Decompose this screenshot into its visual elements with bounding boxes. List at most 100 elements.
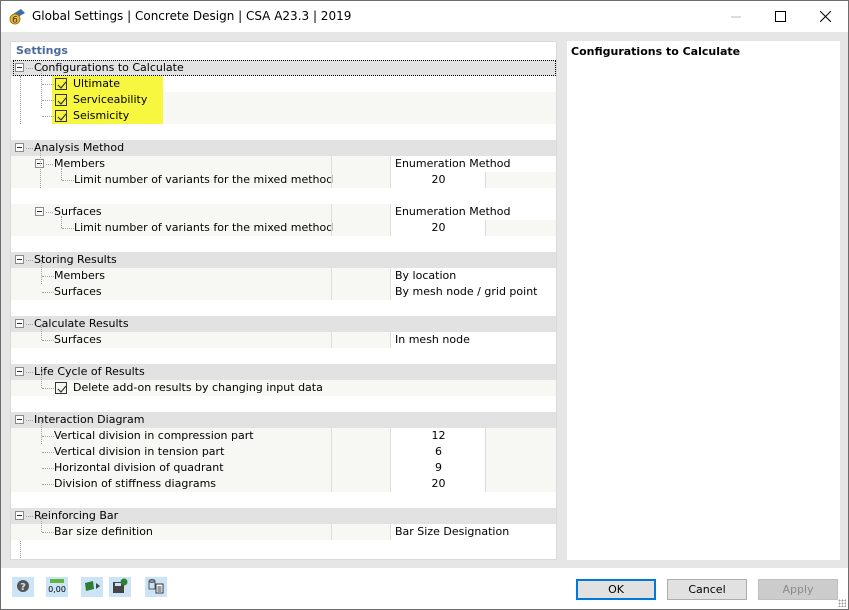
check-row-ultimate[interactable]: Ultimate xyxy=(11,68,556,108)
group-label: Configurations to Calculate xyxy=(34,61,184,74)
tree-line xyxy=(42,484,54,485)
delete-addon-results-checkbox[interactable] xyxy=(55,382,67,394)
horizontal-division-quadrant-value[interactable]: 9 xyxy=(391,460,486,476)
members-analysis-method-value[interactable]: Enumeration Method xyxy=(391,156,556,172)
unit-cell xyxy=(485,428,556,444)
copy-settings-button[interactable] xyxy=(145,577,167,597)
column-separator xyxy=(331,444,391,460)
app-icon: 6 xyxy=(9,8,26,26)
collapse-icon[interactable] xyxy=(15,63,24,72)
spacer xyxy=(11,396,556,412)
group-configurations-to-calculate[interactable]: Configurations to Calculate xyxy=(11,60,556,76)
division-stiffness-diagrams-row[interactable]: Division of stiffness diagrams 20 xyxy=(11,476,556,492)
tree-line xyxy=(42,116,54,117)
collapse-icon[interactable] xyxy=(15,511,24,520)
collapse-icon[interactable] xyxy=(15,255,24,264)
subgroup-surfaces[interactable]: Surfaces Enumeration Method xyxy=(11,204,556,220)
tree-line xyxy=(62,228,74,229)
spacer xyxy=(11,348,556,364)
serviceability-checkbox[interactable] xyxy=(55,94,67,106)
save-settings-icon xyxy=(112,578,128,597)
group-label: Reinforcing Bar xyxy=(34,509,119,522)
horizontal-division-quadrant-row[interactable]: Horizontal division of quadrant 9 xyxy=(11,460,556,476)
ok-button[interactable]: OK xyxy=(576,579,656,600)
delete-addon-results-row[interactable]: Delete add-on results by changing input … xyxy=(11,372,556,396)
tree-line xyxy=(61,216,62,228)
save-settings-button[interactable] xyxy=(109,577,131,597)
tree-line xyxy=(62,180,74,181)
description-panel: Configurations to Calculate xyxy=(567,41,840,560)
storing-surfaces-row[interactable]: Surfaces By mesh node / grid point xyxy=(11,284,556,300)
item-label: Horizontal division of quadrant xyxy=(54,461,224,474)
item-label: Surfaces xyxy=(54,333,102,346)
bar-size-definition-row[interactable]: Bar size definition Bar Size Designation xyxy=(11,516,556,540)
calculate-surfaces-row[interactable]: Surfaces In mesh node xyxy=(11,324,556,348)
group-interaction-diagram[interactable]: Interaction Diagram xyxy=(11,412,556,428)
collapse-icon[interactable] xyxy=(15,415,24,424)
collapse-icon[interactable] xyxy=(35,207,44,216)
window-title: Global Settings | Concrete Design | CSA … xyxy=(32,9,352,23)
division-stiffness-diagrams-value[interactable]: 20 xyxy=(391,476,486,492)
item-label: Limit number of variants for the mixed m… xyxy=(74,173,334,186)
unit-cell xyxy=(485,476,556,492)
bar-size-definition-value[interactable]: Bar Size Designation xyxy=(391,524,556,540)
tree-line xyxy=(26,420,33,421)
group-label: Life Cycle of Results xyxy=(34,365,145,378)
collapse-icon[interactable] xyxy=(15,143,24,152)
item-label: Bar size definition xyxy=(54,525,153,538)
members-limit-variants-row[interactable]: Limit number of variants for the mixed m… xyxy=(11,148,556,220)
description-title: Configurations to Calculate xyxy=(571,45,741,58)
tree-line xyxy=(42,468,54,469)
cancel-button[interactable]: Cancel xyxy=(667,579,747,600)
surfaces-analysis-method-value[interactable]: Enumeration Method xyxy=(391,204,556,220)
surfaces-limit-variants-value[interactable]: 20 xyxy=(391,220,486,236)
storing-members-row[interactable]: Members By location xyxy=(11,260,556,292)
subgroup-members[interactable]: Members Enumeration Method xyxy=(11,156,556,172)
tree-line xyxy=(26,324,33,325)
units-decimals-button[interactable]: 0,00 xyxy=(46,577,68,597)
check-row-seismicity[interactable]: Seismicity xyxy=(11,108,556,124)
group-calculate-results[interactable]: Calculate Results xyxy=(11,316,556,332)
unit-cell xyxy=(485,444,556,460)
help-button[interactable]: ? xyxy=(12,577,34,597)
group-reinforcing-bar[interactable]: Reinforcing Bar xyxy=(11,508,556,524)
load-settings-button[interactable] xyxy=(81,577,103,597)
tree-line xyxy=(26,260,33,261)
check-row-serviceability[interactable]: Serviceability xyxy=(11,92,556,108)
dialog-footer: ? 0,00 OK Cancel Apply xyxy=(1,568,848,609)
collapse-icon[interactable] xyxy=(15,367,24,376)
collapse-icon[interactable] xyxy=(15,319,24,328)
surfaces-limit-variants-row[interactable]: Limit number of variants for the mixed m… xyxy=(11,216,556,236)
members-limit-variants-value[interactable]: 20 xyxy=(391,172,486,188)
minimize-button[interactable] xyxy=(713,1,759,32)
seismicity-checkbox[interactable] xyxy=(55,110,67,122)
group-storing-results[interactable]: Storing Results xyxy=(11,252,556,268)
resize-grip[interactable] xyxy=(838,599,846,607)
tree-line xyxy=(42,340,54,341)
tree-line xyxy=(26,372,33,373)
column-separator xyxy=(331,332,391,348)
ultimate-checkbox[interactable] xyxy=(55,78,67,90)
tree-line xyxy=(42,276,54,277)
storing-surfaces-value[interactable]: By mesh node / grid point xyxy=(391,284,556,300)
calculate-surfaces-value[interactable]: In mesh node xyxy=(391,332,556,348)
apply-button[interactable]: Apply xyxy=(758,579,838,600)
column-separator xyxy=(331,220,391,236)
item-label: Ultimate xyxy=(73,77,121,90)
vertical-division-tension-row[interactable]: Vertical division in tension part 6 xyxy=(11,444,556,460)
group-life-cycle-of-results[interactable]: Life Cycle of Results xyxy=(11,364,556,380)
vertical-division-compression-value[interactable]: 12 xyxy=(391,428,486,444)
close-button[interactable] xyxy=(802,1,848,32)
vertical-division-tension-value[interactable]: 6 xyxy=(391,444,486,460)
units-decimals-text: 0,00 xyxy=(48,585,66,594)
maximize-button[interactable] xyxy=(757,1,803,32)
tree-line xyxy=(42,100,54,101)
item-label: Seismicity xyxy=(73,109,130,122)
vertical-division-compression-row[interactable]: Vertical division in compression part 12 xyxy=(11,420,556,476)
storing-members-value[interactable]: By location xyxy=(391,268,556,284)
spacer xyxy=(11,236,556,252)
tree-line xyxy=(26,148,33,149)
unit-cell xyxy=(485,460,556,476)
group-analysis-method[interactable]: Analysis Method xyxy=(11,140,556,156)
spacer xyxy=(11,124,556,140)
